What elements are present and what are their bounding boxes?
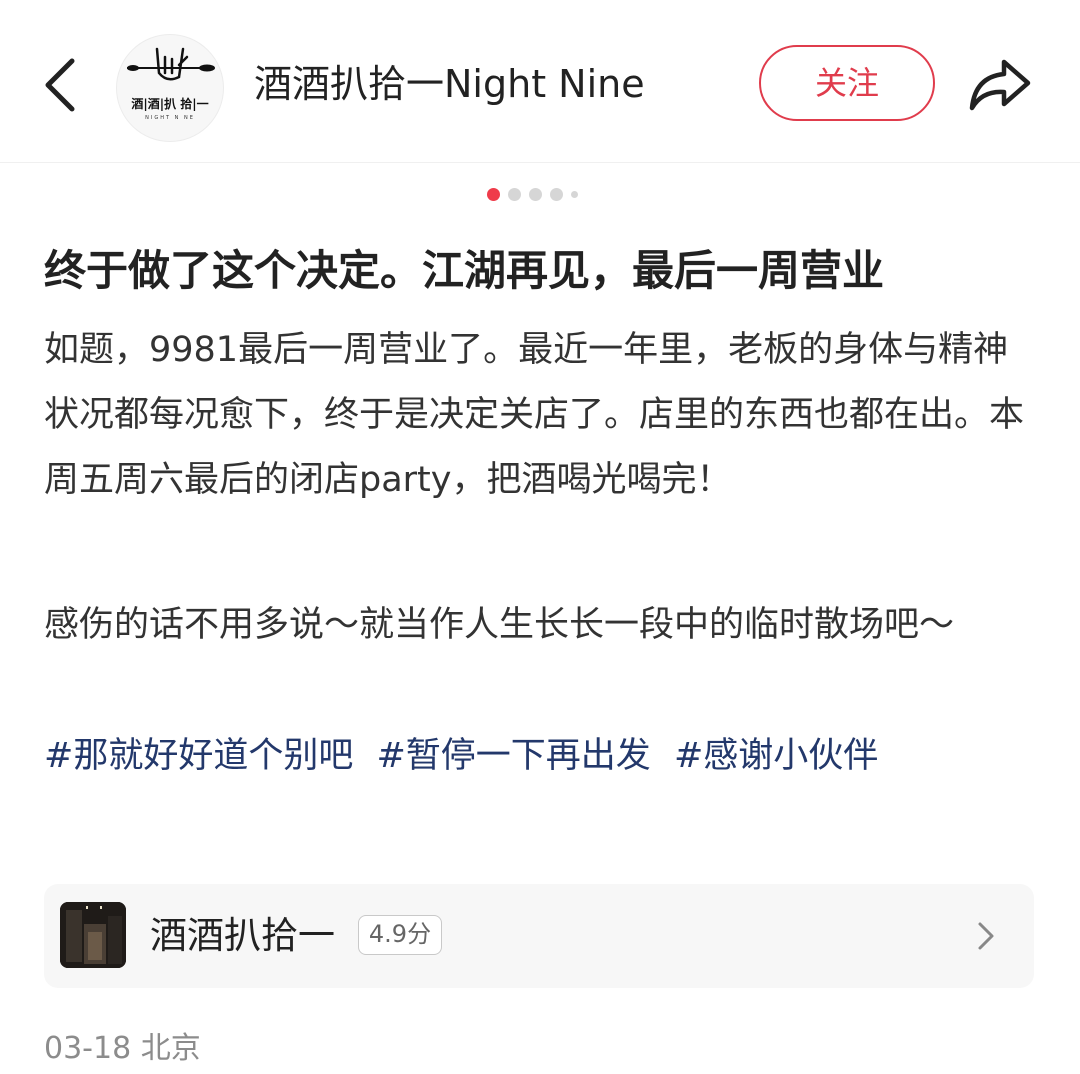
follow-button[interactable]: 关注 [759, 45, 935, 121]
share-arrow-icon [969, 59, 1031, 111]
carousel-indicator [487, 186, 578, 202]
carousel-dot [529, 187, 542, 201]
chevron-right-icon [978, 922, 994, 950]
avatar-logo-text: 酒|酒|扒 拾|一 [131, 97, 209, 111]
hashtag-link[interactable]: #那就好好道个别吧 [44, 736, 353, 776]
rating-badge: 4.9分 [358, 915, 442, 955]
hashtag-list: #那就好好道个别吧 #暂停一下再出发 #感谢小伙伴 [44, 724, 1039, 789]
post-paragraph: 如题，9981最后一周营业了。最近一年里，老板的身体与精神状况都每况愈下，终于是… [44, 330, 1025, 500]
hashtag-link[interactable]: #感谢小伙伴 [674, 736, 878, 776]
back-button[interactable] [30, 50, 90, 120]
author-avatar[interactable]: 酒|酒|扒 拾|一 NIGHT N NE [116, 34, 224, 142]
post-paragraph: 感伤的话不用多说～就当作人生长长一段中的临时散场吧～ [44, 605, 955, 645]
carousel-dot [571, 190, 578, 198]
carousel-dot [550, 187, 563, 201]
post-date-location: 03-18 北京 [44, 1031, 201, 1066]
hashtag-link[interactable]: #暂停一下再出发 [376, 736, 650, 776]
author-name[interactable]: 酒酒扒拾一Night Nine [254, 56, 645, 112]
post-title: 终于做了这个决定。江湖再见，最后一周营业 [44, 246, 885, 295]
location-thumbnail [60, 902, 126, 968]
location-name: 酒酒扒拾一 [150, 914, 335, 957]
carousel-dot-active [487, 187, 500, 201]
avatar-logo-subtext: NIGHT N NE [145, 115, 195, 121]
carousel-dot [508, 187, 521, 201]
post-header: 酒|酒|扒 拾|一 NIGHT N NE 酒酒扒拾一Night Nine 关注 [0, 0, 1080, 163]
share-button[interactable] [960, 48, 1040, 120]
rock-hand-logo-icon [127, 47, 215, 81]
location-card[interactable]: 酒酒扒拾一 4.9分 [44, 884, 1034, 988]
chevron-left-icon [45, 58, 75, 112]
